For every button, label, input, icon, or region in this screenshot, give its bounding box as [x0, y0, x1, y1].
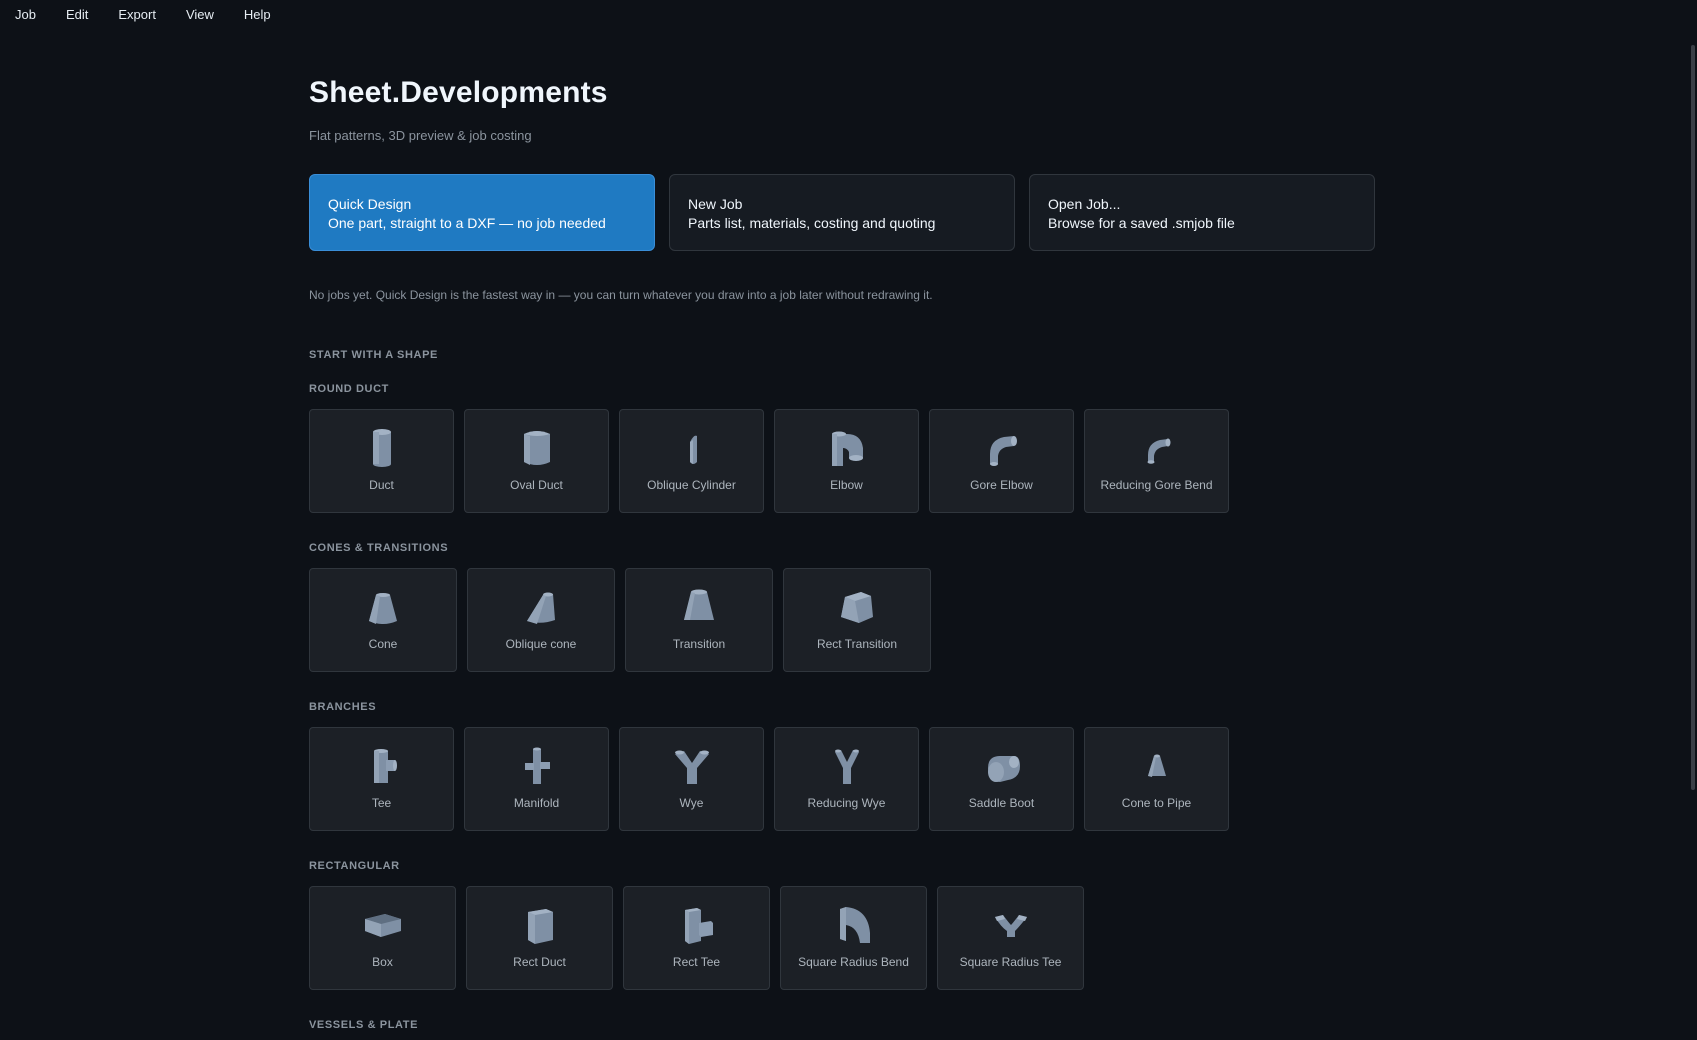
no-jobs-note: No jobs yet. Quick Design is the fastest…	[309, 288, 933, 302]
shape-tile-wye[interactable]: Wye	[619, 727, 764, 831]
group-heading-cones-transitions: CONES & TRANSITIONS	[309, 542, 449, 554]
group-heading-vessels-plate: VESSELS & PLATE	[309, 1019, 419, 1031]
menu-bar: Job Edit Export View Help	[0, 0, 286, 30]
menu-view[interactable]: View	[171, 0, 229, 30]
shape-tile-saddle-boot[interactable]: Saddle Boot	[929, 727, 1074, 831]
rectangular-tiles: Box Rect Duct Rect Tee Square Radius Ben…	[309, 886, 1389, 990]
manifold-icon	[524, 747, 550, 784]
shape-tile-reducing-wye[interactable]: Reducing Wye	[774, 727, 919, 831]
elbow-icon	[831, 431, 863, 466]
menu-job[interactable]: Job	[0, 0, 51, 30]
start-with-shape-heading: START WITH A SHAPE	[309, 349, 438, 361]
shape-label: Wye	[679, 796, 704, 810]
vertical-scrollbar[interactable]	[1685, 0, 1697, 1040]
new-job-description: Parts list, materials, costing and quoti…	[688, 215, 936, 231]
shape-label: Oval Duct	[510, 478, 563, 492]
shape-tile-reducing-gore-bend[interactable]: Reducing Gore Bend	[1084, 409, 1229, 513]
reducing-wye-icon	[834, 749, 859, 784]
branches-tiles: Tee Manifold Wye Reducing Wye Saddle Boo…	[309, 727, 1389, 831]
start-page: Sheet.Developments Flat patterns, 3D pre…	[309, 76, 1389, 1031]
box-icon	[364, 914, 401, 937]
action-cards: Quick Design One part, straight to a DXF…	[309, 174, 1389, 251]
shape-tile-box[interactable]: Box	[309, 886, 456, 990]
shape-label: Box	[372, 955, 393, 969]
round-duct-tiles: Duct Oval Duct Oblique Cylinder Elbow Go…	[309, 409, 1389, 513]
shape-tile-cone-to-pipe[interactable]: Cone to Pipe	[1084, 727, 1229, 831]
shape-label: Rect Transition	[816, 637, 898, 651]
reducing-gore-bend-icon	[1147, 438, 1170, 464]
tee-icon	[373, 749, 397, 783]
shape-label: Square Radius Tee	[959, 955, 1062, 969]
shape-label: Manifold	[513, 796, 560, 810]
shape-tile-oblique-cylinder[interactable]: Oblique Cylinder	[619, 409, 764, 513]
shape-label: Reducing Wye	[807, 796, 886, 810]
group-heading-rectangular: RECTANGULAR	[309, 860, 400, 872]
gore-elbow-icon	[989, 436, 1017, 466]
quick-design-description: One part, straight to a DXF — no job nee…	[328, 215, 606, 231]
shape-label: Cone	[368, 637, 398, 651]
oblique-cone-icon	[527, 592, 555, 624]
rect-transition-icon	[841, 592, 873, 623]
shape-tile-rect-tee[interactable]: Rect Tee	[623, 886, 770, 990]
transition-icon	[684, 589, 714, 620]
cones-transitions-tiles: Cone Oblique cone Transition Rect Transi…	[309, 568, 1389, 672]
shape-tile-duct[interactable]: Duct	[309, 409, 454, 513]
shape-tile-transition[interactable]: Transition	[625, 568, 773, 672]
shape-tile-oval-duct[interactable]: Oval Duct	[464, 409, 609, 513]
shape-label: Elbow	[830, 478, 863, 492]
square-radius-bend-icon	[839, 907, 870, 943]
scrollbar-thumb[interactable]	[1691, 45, 1695, 790]
saddle-boot-icon	[987, 756, 1020, 782]
shape-label: Duct	[369, 478, 394, 492]
shape-tile-rect-duct[interactable]: Rect Duct	[466, 886, 613, 990]
group-heading-branches: BRANCHES	[309, 701, 377, 713]
page-title: Sheet.Developments	[309, 76, 608, 109]
open-job-button[interactable]: Open Job... Browse for a saved .smjob fi…	[1029, 174, 1375, 251]
shape-tile-tee[interactable]: Tee	[309, 727, 454, 831]
shape-label: Square Radius Bend	[798, 955, 909, 969]
new-job-title: New Job	[688, 196, 743, 212]
square-radius-tee-icon	[994, 915, 1027, 937]
menu-help[interactable]: Help	[229, 0, 286, 30]
rect-tee-icon	[684, 908, 713, 944]
shape-tile-elbow[interactable]: Elbow	[774, 409, 919, 513]
shape-tile-oblique-cone[interactable]: Oblique cone	[467, 568, 615, 672]
cone-icon	[369, 593, 397, 624]
shape-tile-manifold[interactable]: Manifold	[464, 727, 609, 831]
menu-edit[interactable]: Edit	[51, 0, 103, 30]
oval-duct-icon	[523, 431, 550, 465]
shape-label: Oblique cone	[505, 637, 577, 651]
shape-label: Tee	[371, 796, 392, 810]
cone-to-pipe-icon	[1147, 754, 1166, 777]
shape-label: Rect Duct	[513, 955, 566, 969]
new-job-button[interactable]: New Job Parts list, materials, costing a…	[669, 174, 1015, 251]
wye-icon	[674, 750, 709, 784]
shape-label: Reducing Gore Bend	[1100, 478, 1213, 492]
shape-tile-square-radius-bend[interactable]: Square Radius Bend	[780, 886, 927, 990]
menu-export[interactable]: Export	[103, 0, 171, 30]
group-heading-round-duct: ROUND DUCT	[309, 383, 389, 395]
shape-tile-gore-elbow[interactable]: Gore Elbow	[929, 409, 1074, 513]
page-subtitle: Flat patterns, 3D preview & job costing	[309, 128, 532, 143]
rect-duct-icon	[527, 909, 553, 944]
shape-label: Saddle Boot	[968, 796, 1035, 810]
oblique-cylinder-icon	[689, 435, 697, 464]
shape-tile-square-radius-tee[interactable]: Square Radius Tee	[937, 886, 1084, 990]
quick-design-title: Quick Design	[328, 196, 412, 212]
shape-tile-cone[interactable]: Cone	[309, 568, 457, 672]
shape-label: Oblique Cylinder	[647, 478, 736, 492]
shape-label: Gore Elbow	[970, 478, 1033, 492]
shape-label: Rect Tee	[672, 955, 721, 969]
open-job-description: Browse for a saved .smjob file	[1048, 215, 1235, 231]
duct-icon	[372, 429, 391, 467]
quick-design-button[interactable]: Quick Design One part, straight to a DXF…	[309, 174, 655, 251]
shape-tile-rect-transition[interactable]: Rect Transition	[783, 568, 931, 672]
open-job-title: Open Job...	[1048, 196, 1121, 212]
shape-label: Transition	[672, 637, 726, 651]
shape-label: Cone to Pipe	[1121, 796, 1192, 810]
